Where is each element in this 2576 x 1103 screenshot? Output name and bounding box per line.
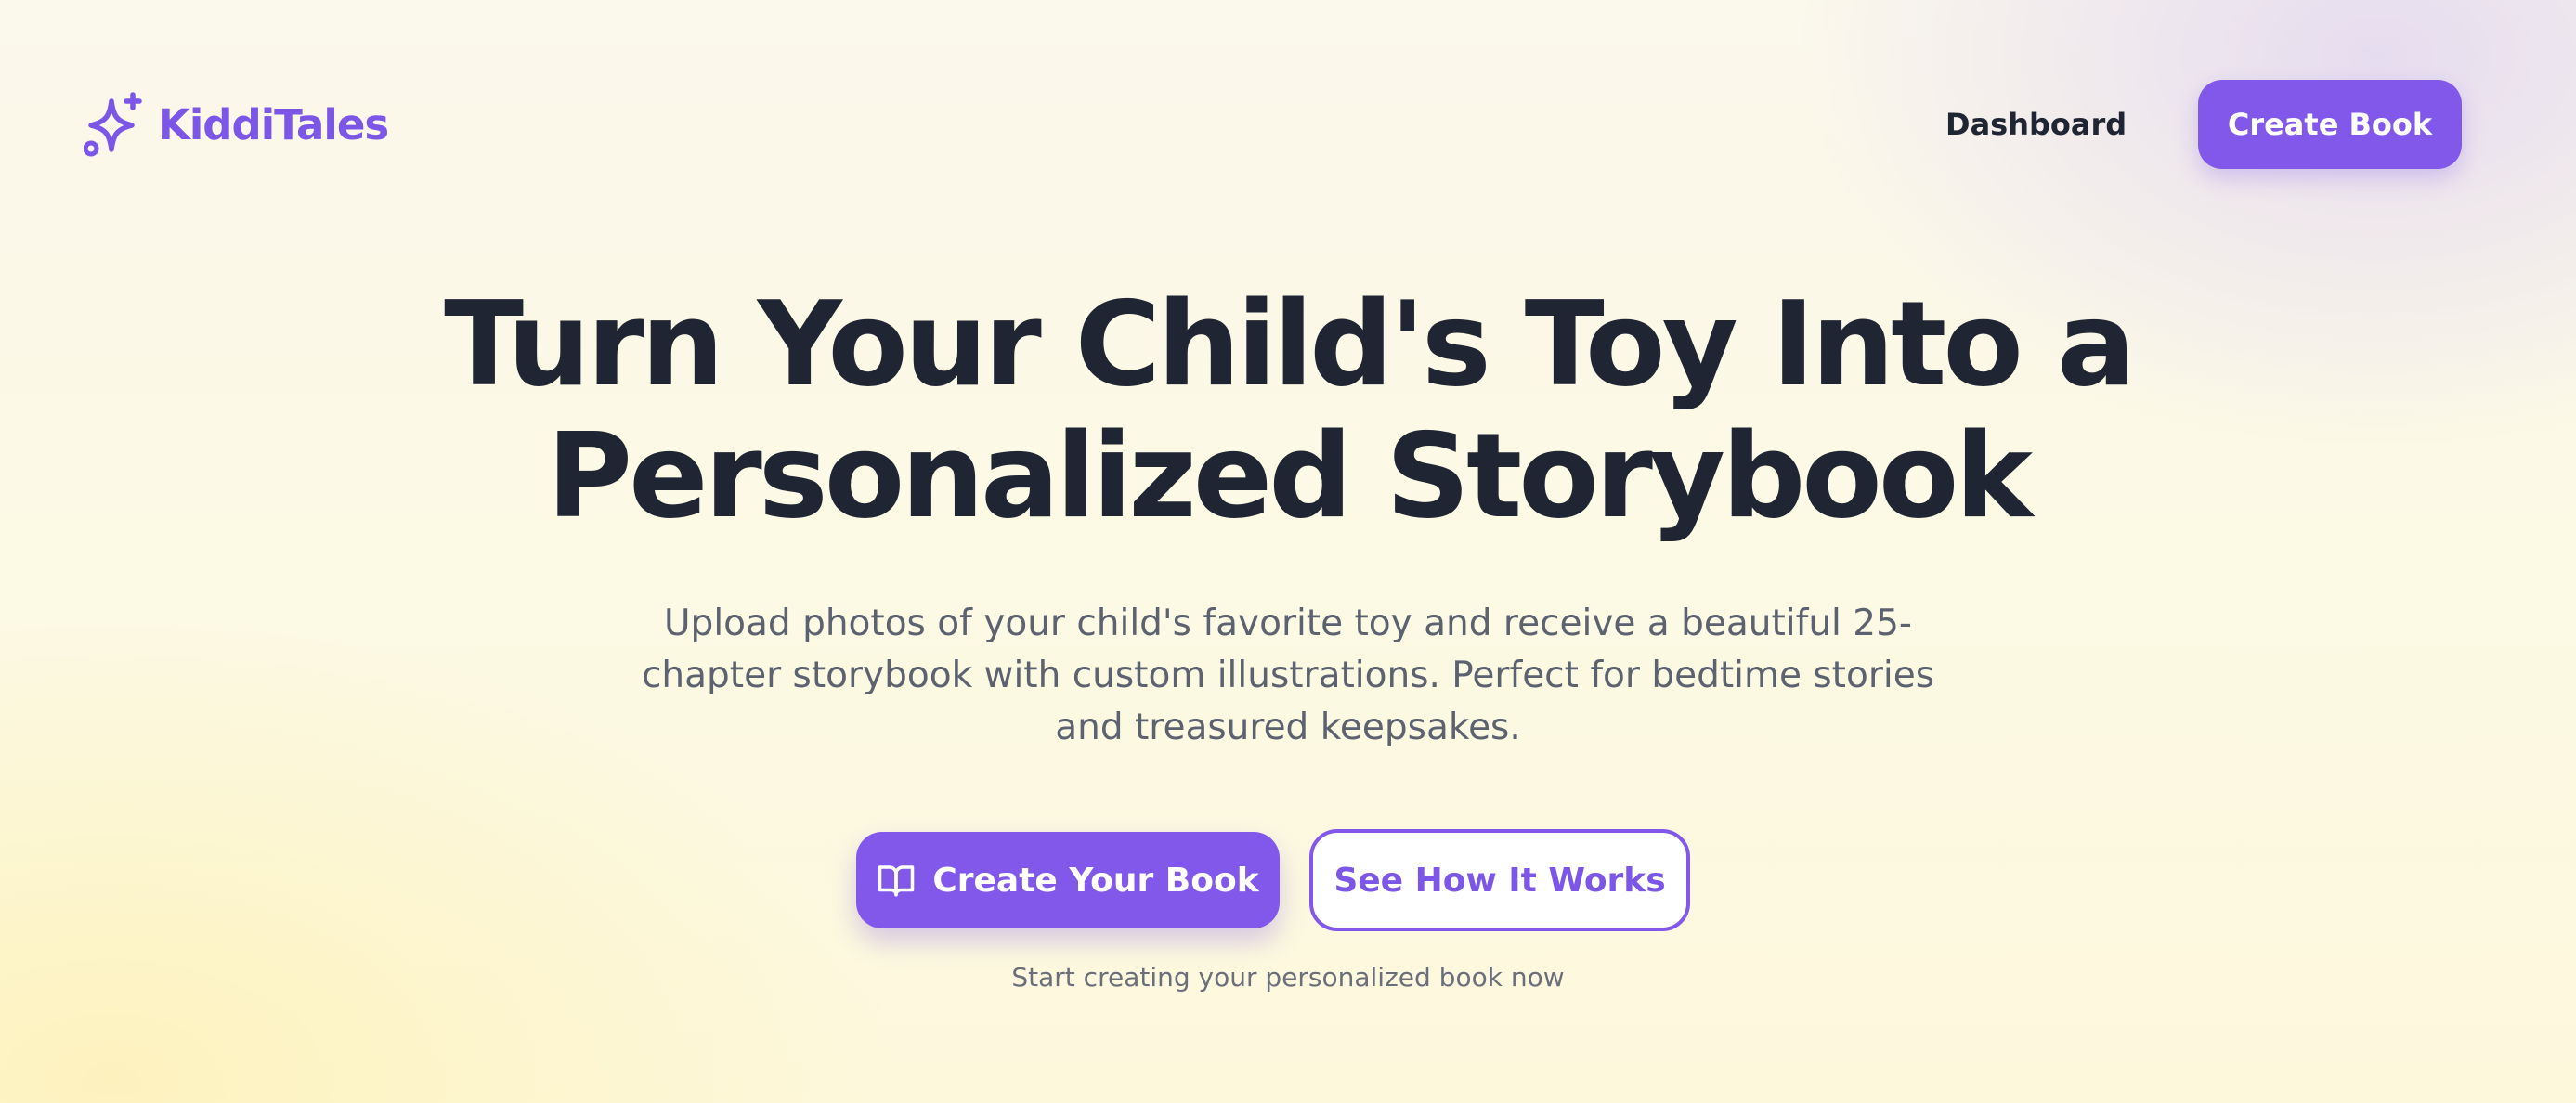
see-how-it-works-button[interactable]: See How It Works bbox=[1309, 829, 1690, 931]
hero-title-line-1: Turn Your Child's Toy Into a bbox=[444, 276, 2136, 412]
hero-subtitle-line-2: chapter storybook with custom illustrati… bbox=[641, 655, 1935, 696]
hero-title: Turn Your Child's Toy Into a Personalize… bbox=[267, 279, 2309, 542]
hero-subtitle: Upload photos of your child's favorite t… bbox=[638, 598, 1938, 754]
create-book-button[interactable]: Create Book bbox=[2198, 80, 2462, 169]
create-your-book-button[interactable]: Create Your Book bbox=[856, 832, 1280, 928]
open-book-icon bbox=[878, 865, 915, 897]
create-your-book-label: Create Your Book bbox=[932, 861, 1259, 900]
cta-note: Start creating your personalized book no… bbox=[1011, 962, 1565, 993]
hero-title-line-2: Personalized Storybook bbox=[546, 408, 2033, 544]
brand-name: KiddiTales bbox=[158, 99, 389, 149]
brand-logo-link[interactable]: KiddiTales bbox=[84, 91, 389, 158]
site-header: KiddiTales Dashboard Create Book bbox=[0, 0, 2576, 251]
cta-group: Create Your Book See How It Works bbox=[856, 829, 1690, 931]
hero-subtitle-line-3: and treasured keepsakes. bbox=[1055, 707, 1521, 748]
nav-dashboard-link[interactable]: Dashboard bbox=[1945, 98, 2127, 150]
sparkles-icon bbox=[84, 92, 142, 157]
hero-subtitle-line-1: Upload photos of your child's favorite t… bbox=[664, 603, 1912, 644]
